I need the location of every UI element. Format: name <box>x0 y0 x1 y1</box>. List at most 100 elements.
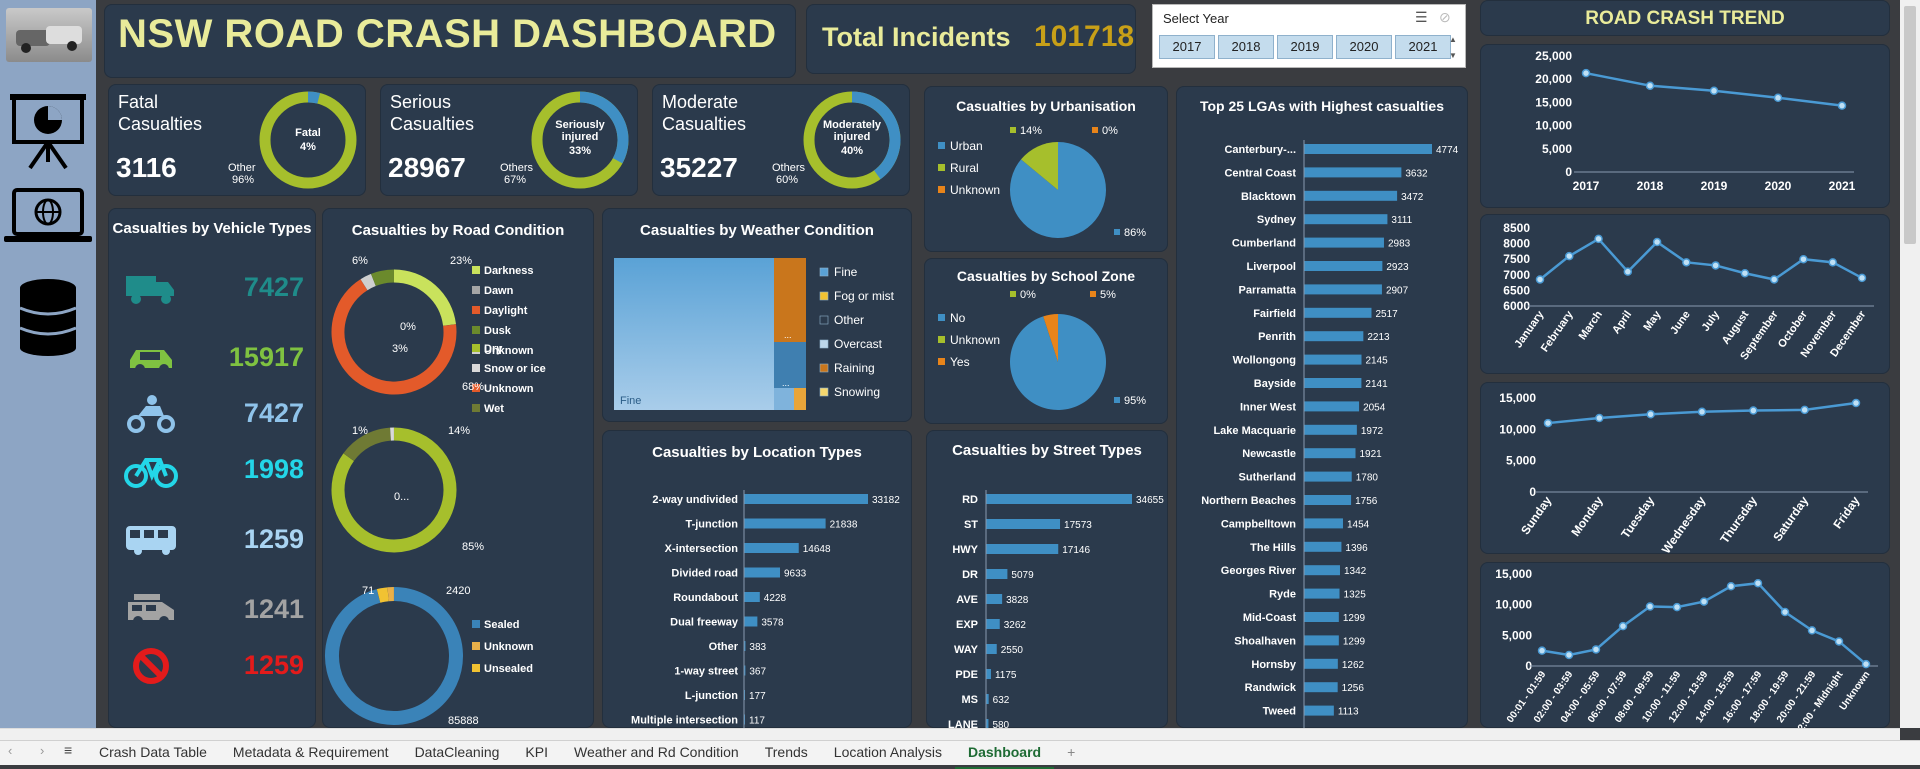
sheet-tab-dashboard[interactable]: Dashboard <box>955 737 1054 769</box>
kpi-ring-pct: 4% <box>300 141 316 153</box>
weather-treemap: Fine......FineFog or mistOtherOvercastRa… <box>602 208 912 422</box>
bar-category-label: LANE <box>948 719 978 728</box>
bar-value-label: 632 <box>993 695 1010 706</box>
bar <box>744 568 780 578</box>
sheet-tab-metadata-requirement[interactable]: Metadata & Requirement <box>220 737 402 767</box>
bar <box>1304 378 1361 388</box>
trend-line <box>1540 239 1862 280</box>
bar-category-label: Roundabout <box>673 592 738 604</box>
data-label: 14% <box>448 425 470 437</box>
bar-category-label: Northern Beaches <box>1201 495 1296 507</box>
sheet-list-icon[interactable]: ≡ <box>64 742 72 758</box>
bar <box>986 644 997 654</box>
year-button-2018[interactable]: 2018 <box>1218 35 1274 59</box>
bar-value-label: 1299 <box>1343 613 1366 624</box>
slicer-scroll-up[interactable]: ▲ <box>1449 35 1457 44</box>
bar <box>1304 706 1334 716</box>
sheet-tab-crash-data-table[interactable]: Crash Data Table <box>86 737 220 767</box>
data-label: 0% <box>1102 125 1118 137</box>
trend-point <box>1654 239 1661 246</box>
bar-value-label: 17146 <box>1062 545 1090 556</box>
trend-point <box>1647 411 1654 418</box>
legend-swatch <box>820 364 828 372</box>
kpi-ring-pct: 40% <box>841 145 863 157</box>
trend-point <box>1545 420 1552 427</box>
bar <box>1304 144 1432 154</box>
bar <box>744 617 757 627</box>
bar-value-label: 3111 <box>1391 215 1412 226</box>
legend-label: Raining <box>834 361 875 375</box>
tab-scroll-left-icon[interactable]: ‹ <box>8 743 12 758</box>
vertical-scroll-thumb[interactable] <box>1904 6 1916 244</box>
y-tick-label: 7000 <box>1503 268 1530 282</box>
trend-point <box>1750 407 1757 414</box>
y-tick-label: 5,000 <box>1542 142 1572 156</box>
x-tick-label: August <box>1720 309 1752 347</box>
donut-segment <box>332 594 456 718</box>
bar-value-label: 1299 <box>1343 636 1366 647</box>
legend-label: Fog or mist <box>834 289 895 303</box>
sheet-tab-trends[interactable]: Trends <box>752 737 821 767</box>
multi-select-icon[interactable]: ☰ <box>1415 9 1428 26</box>
database-icon[interactable] <box>18 278 78 356</box>
slicer-scroll-down[interactable]: ▼ <box>1449 51 1457 60</box>
bar-value-label: 33182 <box>872 495 900 506</box>
bar-category-label: Tweed <box>1263 706 1296 718</box>
sheet-tab-location-analysis[interactable]: Location Analysis <box>821 737 955 767</box>
label-marker <box>1010 127 1016 133</box>
trend-point <box>1829 259 1836 266</box>
donut-segment <box>364 280 373 285</box>
bar-category-label: Parramatta <box>1239 284 1297 296</box>
year-button-2019[interactable]: 2019 <box>1277 35 1333 59</box>
kpi-ring-other <box>265 97 351 183</box>
y-tick-label: 7500 <box>1503 252 1530 266</box>
vertical-scrollbar[interactable] <box>1900 0 1920 728</box>
sheet-tab-kpi[interactable]: KPI <box>512 737 561 767</box>
clear-filter-icon[interactable]: ⊘ <box>1439 9 1451 26</box>
data-label: 6% <box>352 255 368 267</box>
trend-point <box>1620 623 1627 630</box>
trend-point <box>1836 638 1843 645</box>
year-button-2017[interactable]: 2017 <box>1159 35 1215 59</box>
bar-value-label: 17573 <box>1064 520 1092 531</box>
presentation-icon[interactable] <box>8 92 88 170</box>
bar-category-label: DR <box>962 569 978 581</box>
x-tick-label: Monday <box>1568 493 1606 538</box>
sheet-tab-weather-and-rd-condition[interactable]: Weather and Rd Condition <box>561 737 752 767</box>
web-laptop-icon[interactable] <box>4 186 92 246</box>
legend-swatch <box>820 292 828 300</box>
bar <box>986 494 1132 504</box>
trend-point <box>1593 646 1600 653</box>
trend-point <box>1537 276 1544 283</box>
bar <box>1304 401 1359 411</box>
kpi-title-line1: Serious <box>390 92 451 113</box>
legend-label: Urban <box>950 139 983 153</box>
bar-value-label: 5079 <box>1011 570 1034 581</box>
bar-value-label: 2213 <box>1367 332 1390 343</box>
road-condition-charts: DarknessDawnDaylightDuskUnknownDrySnow o… <box>322 208 594 728</box>
bar <box>1304 589 1340 599</box>
trend-point <box>1699 408 1706 415</box>
legend-swatch <box>938 186 945 193</box>
bar <box>1304 167 1401 177</box>
bar-category-label: ST <box>964 519 978 531</box>
trend-point <box>1583 70 1590 77</box>
legend-swatch <box>472 266 480 274</box>
bar-category-label: Shoalhaven <box>1234 635 1296 647</box>
trend-point <box>1755 580 1762 587</box>
tab-scroll-right-icon[interactable]: › <box>40 743 44 758</box>
add-sheet-icon[interactable]: + <box>1054 737 1088 767</box>
bar-category-label: Multiple intersection <box>631 715 738 727</box>
bar-category-label: Other <box>709 641 739 653</box>
bar-value-label: 2141 <box>1365 379 1388 390</box>
bar-value-label: 4774 <box>1436 145 1459 156</box>
bar-value-label: 3262 <box>1004 620 1027 631</box>
legend-label: Wet <box>484 403 504 415</box>
legend-swatch <box>472 344 480 352</box>
sheet-tab-datacleaning[interactable]: DataCleaning <box>402 737 513 767</box>
data-label: 85888 <box>448 715 479 727</box>
year-button-2020[interactable]: 2020 <box>1336 35 1392 59</box>
x-tick-label: 2017 <box>1573 179 1600 193</box>
bar-category-label: T-junction <box>685 519 738 531</box>
year-button-2021[interactable]: 2021 <box>1395 35 1451 59</box>
